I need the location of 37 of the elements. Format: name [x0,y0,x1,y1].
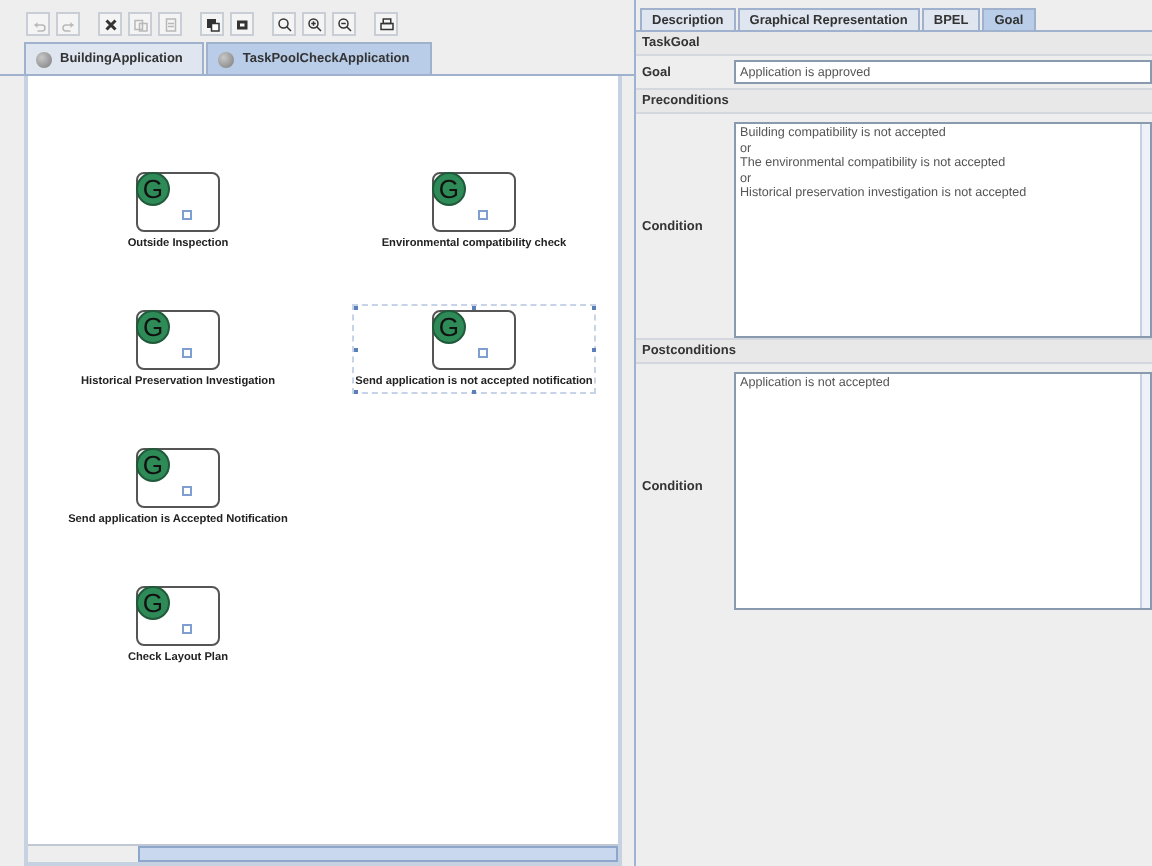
copy-icon [131,15,149,33]
goal-badge: G [135,172,170,206]
toolbar-button[interactable] [200,12,224,36]
port-icon [181,624,192,634]
layers-icon [203,15,221,33]
scrollbar[interactable] [1140,124,1150,336]
port-icon [477,210,488,220]
port-icon [477,348,488,358]
toolbar-button[interactable] [98,12,122,36]
search-icon [275,15,293,33]
goal-badge: G [135,448,170,482]
goal-badge: G [431,172,466,206]
port-icon [181,486,192,496]
zoom-in-icon [305,15,323,33]
task-node[interactable]: G [135,448,220,508]
toolbar-button[interactable] [272,12,296,36]
task-node[interactable]: G [136,310,220,370]
goal-badge: G [135,586,170,620]
task-node[interactable]: G [431,310,516,370]
printer-icon [377,15,395,33]
task-node[interactable]: G [135,172,220,232]
toolbar-button[interactable] [374,12,398,36]
toolbar-button[interactable] [230,12,254,36]
toolbar-button[interactable] [302,12,326,36]
square-icon [233,15,251,33]
zoom-out-icon [335,15,353,33]
goal-badge: G [136,310,170,344]
close-icon [101,15,119,33]
scrollbar[interactable] [1140,374,1150,608]
paste-icon [161,15,179,33]
task-node[interactable]: G [431,172,516,232]
toolbar-button[interactable] [332,12,356,36]
task-node[interactable]: G [135,586,220,646]
goal-badge: G [431,310,466,344]
port-icon [182,348,192,358]
scrollbar-thumb[interactable] [138,846,618,862]
port-icon [181,210,192,220]
